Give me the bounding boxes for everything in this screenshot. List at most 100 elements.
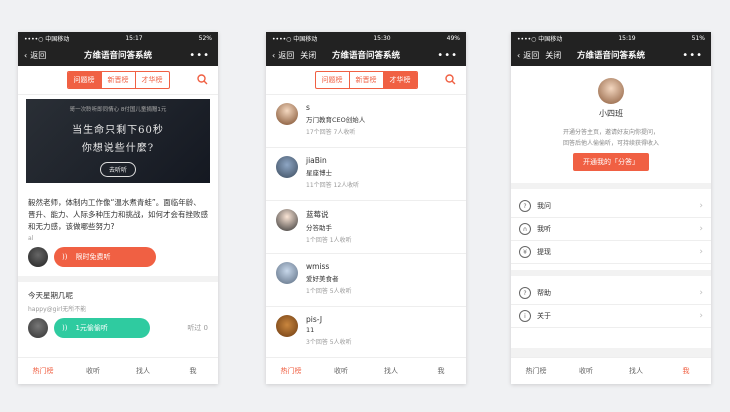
question-text[interactable]: 毅然老师，体制内工作像“温水煮青蛙”。面临年龄、晋升、能力、人际多种压力和挑战，… — [28, 197, 208, 233]
menu-label: 关于 — [537, 312, 551, 320]
talent-list: s 万门教育CEO创始人 17个回答 7人收听 jiaBin 星座博士 11个回答 12… — [266, 95, 466, 360]
menu-group-2: ? 帮助 › i 关于 › — [511, 282, 711, 328]
promo-banner[interactable]: 哥一次聆听即同情心 8付国儿童捐赠1元 当生命只剩下60秒 你想说些什麼? 去听… — [26, 99, 210, 183]
avatar — [276, 315, 298, 337]
page-title: 方维语音问答系统 — [83, 51, 152, 61]
menu-item-withdraw[interactable]: ¥ 提现 › — [511, 241, 711, 264]
menu-label: 提现 — [537, 248, 551, 256]
tab-new-rank[interactable]: 新晋榜 — [102, 72, 136, 88]
free-listen-button[interactable]: )) 限时免费听 — [54, 247, 156, 267]
phone-screen-talent-list: ••••○ 中国移动 15:30 49% ‹ 返回 关闭 方维语音问答系统 •••… — [266, 32, 466, 384]
profile-header: 小四班 开通分答主页，邀请好友向你提问， 回答后他人偷偷听，可持续获得收入 开通… — [511, 66, 711, 171]
menu-item-my-questions[interactable]: ? 我问 › — [511, 195, 711, 218]
bottom-nav: 热门榜 收听 找人 我 — [511, 357, 711, 384]
divider — [511, 270, 711, 276]
chevron-right-icon: › — [699, 247, 703, 257]
open-fenda-button[interactable]: 开通我的「分答」 — [573, 153, 649, 171]
chevron-right-icon: › — [699, 311, 703, 321]
profile-name: 小四班 — [599, 109, 623, 118]
time-text: 15:17 — [125, 34, 143, 42]
user-name: jiaBin — [306, 156, 327, 165]
back-button[interactable]: ‹ 返回 — [24, 50, 46, 61]
tab-question-rank[interactable]: 问题榜 — [67, 72, 102, 88]
avatar[interactable] — [598, 78, 624, 104]
nav-hot[interactable]: 热门榜 — [266, 358, 316, 384]
menu-item-about[interactable]: i 关于 › — [511, 305, 711, 328]
user-name: pis-J — [306, 315, 323, 324]
nav-me[interactable]: 我 — [661, 358, 711, 384]
back-label: 返回 — [523, 50, 540, 60]
avatar — [276, 103, 298, 125]
avatar — [276, 156, 298, 178]
list-item[interactable]: jiaBin 星座博士 11个回答 12人收听 — [266, 148, 466, 201]
list-item[interactable]: 蓝莓说 分答助手 1个回答 1人收听 — [266, 201, 466, 254]
time-text: 15:19 — [618, 34, 636, 42]
banner-headline-1: 当生命只剩下60秒 — [72, 125, 164, 136]
nav-listen[interactable]: 收听 — [68, 358, 118, 384]
nav-me[interactable]: 我 — [168, 358, 218, 384]
listen-count: 听过 0 — [187, 324, 208, 332]
nav-listen[interactable]: 收听 — [316, 358, 366, 384]
answer-row: )) 限时免费听 — [28, 244, 208, 270]
bottom-nav: 热门榜 收听 找人 我 — [266, 357, 466, 384]
back-button[interactable]: ‹ 返回 — [517, 50, 539, 61]
pay-listen-button[interactable]: )) 1元偷偷听 — [54, 318, 150, 338]
user-desc: 11 — [306, 326, 315, 334]
close-button[interactable]: 关闭 — [545, 50, 561, 61]
nav-listen[interactable]: 收听 — [561, 358, 611, 384]
question-meta: al — [28, 235, 34, 242]
nav-find[interactable]: 找人 — [118, 358, 168, 384]
status-bar: ••••○ 中国移动 15:19 51% — [511, 32, 711, 44]
list-item[interactable]: s 万门教育CEO创始人 17个回答 7人收听 — [266, 95, 466, 148]
more-menu-button[interactable]: ••• — [682, 50, 703, 61]
ranking-tabs: 问题榜 新晋榜 才华榜 — [266, 66, 466, 95]
close-button[interactable]: 关闭 — [300, 50, 316, 61]
carrier-text: ••••○ 中国移动 — [517, 35, 563, 43]
user-name: s — [306, 103, 310, 112]
nav-find[interactable]: 找人 — [366, 358, 416, 384]
list-item[interactable]: wmiss 爱好美食者 1个回答 5人收听 — [266, 254, 466, 307]
user-stats: 1个回答 1人收听 — [306, 237, 352, 244]
back-button[interactable]: ‹ 返回 — [272, 50, 294, 61]
answer-row: )) 1元偷偷听 听过 0 — [28, 315, 208, 341]
nav-me[interactable]: 我 — [416, 358, 466, 384]
bottom-nav: 热门榜 收听 找人 我 — [18, 357, 218, 384]
chevron-right-icon: › — [699, 201, 703, 211]
tab-question-rank[interactable]: 问题榜 — [316, 72, 350, 88]
more-menu-button[interactable]: ••• — [189, 50, 210, 61]
menu-group-1: ? 我问 › ∩ 我听 › ¥ 提现 › — [511, 195, 711, 264]
more-menu-button[interactable]: ••• — [437, 50, 458, 61]
nav-bar: ‹ 返回 关闭 方维语音问答系统 ••• — [266, 44, 466, 66]
phone-screen-profile: ••••○ 中国移动 15:19 51% ‹ 返回 关闭 方维语音问答系统 •••… — [511, 32, 711, 384]
chevron-right-icon: › — [699, 288, 703, 298]
nav-hot[interactable]: 热门榜 — [18, 358, 68, 384]
ranking-tabs: 问题榜 新晋榜 才华榜 — [18, 66, 218, 95]
divider — [511, 183, 711, 189]
pay-listen-label: 1元偷偷听 — [75, 324, 108, 332]
menu-item-help[interactable]: ? 帮助 › — [511, 282, 711, 305]
chevron-left-icon: ‹ — [517, 50, 521, 60]
menu-item-my-listens[interactable]: ∩ 我听 › — [511, 218, 711, 241]
user-stats: 3个回答 5人收听 — [306, 339, 352, 346]
menu-label: 我问 — [537, 202, 551, 210]
list-item[interactable]: pis-J 11 3个回答 5人收听 — [266, 307, 466, 360]
banner-listen-button[interactable]: 去听听 — [99, 162, 136, 177]
banner-subtitle: 哥一次聆听即同情心 8付国儿童捐赠1元 — [69, 107, 167, 113]
user-name: wmiss — [306, 262, 330, 271]
headphones-icon: ∩ — [519, 223, 531, 235]
user-name: 蓝莓说 — [306, 210, 329, 219]
tab-talent-rank[interactable]: 才华榜 — [383, 72, 417, 88]
question-text[interactable]: 今天星期几呢 — [28, 290, 208, 302]
page-title: 方维语音问答系统 — [576, 51, 645, 61]
nav-bar: ‹ 返回 关闭 方维语音问答系统 ••• — [511, 44, 711, 66]
nav-bar: ‹ 返回 方维语音问答系统 ••• — [18, 44, 218, 66]
search-icon[interactable] — [445, 74, 456, 85]
nav-find[interactable]: 找人 — [611, 358, 661, 384]
nav-hot[interactable]: 热门榜 — [511, 358, 561, 384]
tab-new-rank[interactable]: 新晋榜 — [350, 72, 384, 88]
tab-talent-rank[interactable]: 才华榜 — [136, 72, 169, 88]
avatar — [28, 247, 48, 267]
search-icon[interactable] — [197, 74, 208, 85]
profile-intro-2: 回答后他人偷偷听，可持续获得收入 — [562, 140, 659, 147]
carrier-text: ••••○ 中国移动 — [272, 35, 318, 43]
